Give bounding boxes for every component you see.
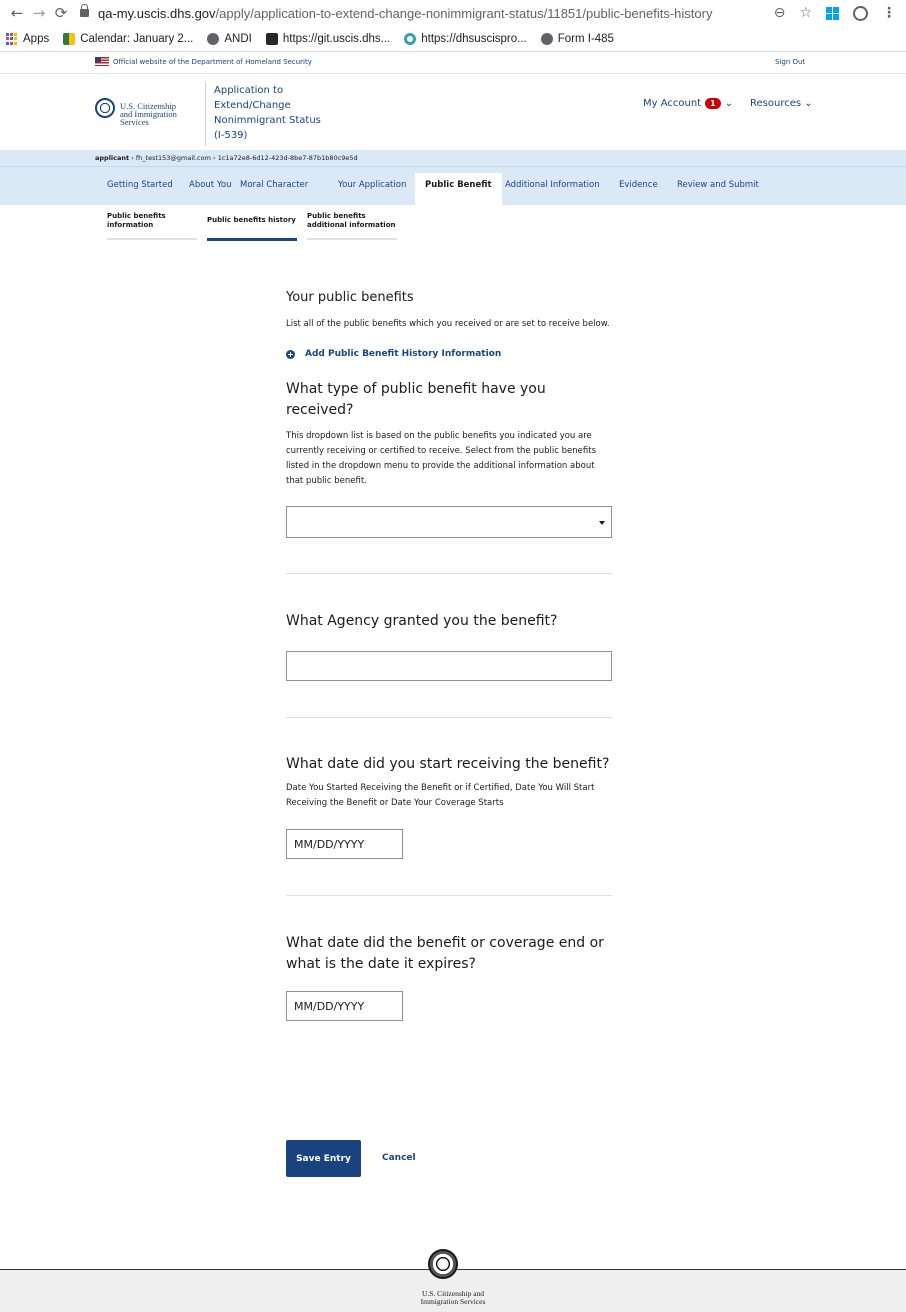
bookmarks-bar: Apps Calendar: January 2... ANDI https:/… (0, 26, 906, 52)
menu-icon[interactable]: ⋮ (882, 5, 896, 21)
subtab-public-benefits-additional-information[interactable]: Public benefits additional information (307, 212, 397, 230)
section-divider (286, 573, 612, 574)
start-date-question: What date did you start receiving the be… (286, 756, 610, 772)
public-benefits-form: Your public benefits List all of the pub… (286, 290, 612, 1021)
save-entry-button[interactable]: Save Entry (286, 1140, 361, 1177)
plus-circle-icon (286, 349, 295, 359)
sign-out-link[interactable]: Sign Out (775, 58, 805, 66)
add-public-benefit-link[interactable]: Add Public Benefit History Information (286, 349, 612, 359)
agency-name[interactable]: U.S. Citizenship and Immigration Service… (120, 102, 177, 127)
tab-moral-character[interactable]: Moral Character (240, 180, 308, 190)
header-divider (205, 82, 206, 146)
agency-question: What Agency granted you the benefit? (286, 613, 558, 629)
end-date-question: What date did the benefit or coverage en… (286, 935, 604, 972)
globe-icon (540, 33, 553, 45)
subtab-underline (307, 238, 397, 240)
end-date-input[interactable]: MM/DD/YYYY (286, 991, 403, 1021)
section-title: Your public benefits (286, 290, 414, 305)
globe-icon (207, 33, 220, 45)
ring-icon (404, 33, 417, 45)
breadcrumb: applicant › fh_test153@gmail.com › 1c1a7… (0, 150, 906, 167)
calendar-icon (63, 33, 76, 45)
bookmark-andi[interactable]: ANDI (207, 33, 252, 45)
url-host: qa-my.uscis.dhs.gov (98, 5, 216, 21)
subtab-public-benefits-history[interactable]: Public benefits history (207, 216, 297, 225)
bookmark-form-i485[interactable]: Form I-485 (540, 33, 614, 45)
github-icon (265, 33, 278, 45)
tab-evidence[interactable]: Evidence (619, 180, 658, 190)
profile-icon[interactable] (853, 5, 868, 21)
benefit-type-select[interactable] (286, 506, 612, 538)
section-description: List all of the public benefits which yo… (286, 319, 610, 329)
bookmark-git[interactable]: https://git.uscis.dhs... (265, 33, 390, 45)
back-icon[interactable]: ← (6, 4, 28, 22)
benefit-type-question: What type of public benefit have you rec… (286, 381, 546, 418)
subtab-public-benefits-information[interactable]: Public benefits information (107, 212, 179, 230)
start-date-description: Date You Started Receiving the Benefit o… (286, 783, 595, 808)
my-account-menu[interactable]: My Account 1 ⌄ (643, 98, 733, 109)
start-date-input[interactable]: MM/DD/YYYY (286, 829, 403, 859)
us-flag-icon (95, 57, 109, 66)
application-title: Application to Extend/Change Nonimmigran… (214, 85, 321, 141)
benefit-type-description: This dropdown list is based on the publi… (286, 431, 596, 486)
reload-icon[interactable]: ⟳ (50, 4, 72, 22)
bookmark-dhsuscispro[interactable]: https://dhsuscispro... (404, 33, 527, 45)
browser-chrome: ← → ⟳ qa-my.uscis.dhs.gov /apply/applica… (0, 0, 906, 52)
tab-getting-started[interactable]: Getting Started (107, 180, 173, 190)
star-icon[interactable]: ☆ (799, 5, 812, 21)
breadcrumb-trail: applicant › fh_test153@gmail.com › 1c1a7… (95, 154, 358, 162)
dhs-seal-icon (428, 1249, 458, 1279)
notification-badge: 1 (705, 98, 721, 109)
application-nav: Getting Started About You Moral Characte… (0, 167, 906, 205)
tab-about-you[interactable]: About You (189, 180, 231, 190)
footer-agency-name: U.S. Citizenship and Immigration Service… (420, 1289, 486, 1306)
official-notice: Official website of the Department of Ho… (95, 57, 312, 66)
section-divider (286, 717, 612, 718)
windows-extension-icon[interactable] (826, 6, 839, 20)
address-row: ← → ⟳ qa-my.uscis.dhs.gov /apply/applica… (0, 0, 906, 26)
address-bar[interactable]: qa-my.uscis.dhs.gov /apply/application-t… (72, 4, 774, 21)
uscis-seal-icon[interactable] (95, 98, 115, 118)
tab-additional-information[interactable]: Additional Information (505, 180, 600, 190)
official-banner: Official website of the Department of Ho… (0, 52, 906, 74)
subtab-underline (107, 238, 197, 240)
breadcrumb-case-id: 1c1a72e8-6d12-423d-8be7-87b1b80c9e5d (217, 154, 358, 162)
section-divider (286, 895, 612, 896)
chevron-down-icon: ⌄ (724, 98, 734, 109)
bookmark-apps[interactable]: Apps (6, 33, 49, 45)
url-path: /apply/application-to-extend-change-noni… (215, 5, 713, 21)
apps-grid-icon (6, 33, 18, 45)
site-header: U.S. Citizenship and Immigration Service… (0, 74, 906, 150)
subtab-active-underline (207, 238, 297, 241)
chevron-down-icon: ⌄ (804, 98, 813, 109)
breadcrumb-email[interactable]: fh_test153@gmail.com (136, 154, 211, 162)
zoom-icon[interactable]: ⊖ (774, 5, 786, 21)
bookmark-calendar[interactable]: Calendar: January 2... (63, 33, 193, 45)
breadcrumb-role[interactable]: applicant (95, 154, 129, 162)
tab-public-benefit[interactable]: Public Benefit (415, 173, 502, 205)
forward-icon[interactable]: → (28, 4, 50, 22)
cancel-link[interactable]: Cancel (382, 1153, 416, 1163)
caret-down-icon (599, 521, 605, 525)
tab-review-and-submit[interactable]: Review and Submit (677, 180, 759, 190)
tab-your-application[interactable]: Your Application (338, 180, 406, 190)
browser-actions: ⊖ ☆ ⋮ (774, 5, 900, 21)
agency-input[interactable] (286, 651, 612, 681)
lock-icon (80, 4, 89, 17)
resources-menu[interactable]: Resources ⌄ (750, 98, 813, 109)
